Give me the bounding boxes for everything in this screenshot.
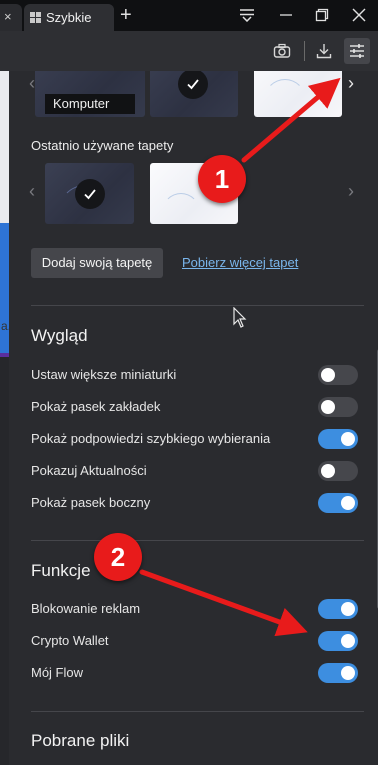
setting-label: Pokaż podpowiedzi szybkiego wybierania bbox=[31, 431, 271, 446]
wallpaper-computer-label: Komputer bbox=[45, 94, 135, 114]
toggle-my-flow[interactable] bbox=[318, 663, 358, 683]
divider bbox=[31, 305, 364, 306]
setting-label: Ustaw większe miniaturki bbox=[31, 367, 177, 382]
page-edge: a. bbox=[0, 71, 11, 765]
tab-title: Szybkie bbox=[46, 10, 92, 25]
toggle-speed-dial-suggestions[interactable] bbox=[318, 429, 358, 449]
downloads-button[interactable] bbox=[311, 38, 337, 64]
add-wallpaper-button[interactable]: Dodaj swoją tapetę bbox=[31, 248, 163, 278]
minimize-button[interactable] bbox=[273, 3, 299, 27]
features-title: Funkcje bbox=[31, 561, 91, 580]
toolbar-separator bbox=[304, 41, 305, 61]
chevron-right-icon[interactable]: › bbox=[348, 181, 354, 202]
setting-label: Crypto Wallet bbox=[31, 633, 109, 648]
wallpaper-thumbnail[interactable] bbox=[254, 71, 342, 117]
chevron-right-icon[interactable]: › bbox=[348, 73, 354, 94]
restore-button[interactable] bbox=[309, 3, 335, 27]
recent-wallpaper-thumbnail[interactable] bbox=[45, 163, 134, 224]
minimize-icon bbox=[280, 14, 292, 16]
new-tab-button[interactable]: + bbox=[120, 4, 132, 26]
settings-sliders-icon bbox=[350, 44, 364, 58]
previous-tab[interactable]: × bbox=[0, 4, 22, 31]
restore-icon bbox=[315, 8, 329, 22]
snapshot-button[interactable] bbox=[269, 38, 295, 64]
toggle-ad-blocker[interactable] bbox=[318, 599, 358, 619]
mouse-cursor-icon bbox=[233, 307, 247, 328]
checkmark-icon bbox=[75, 179, 105, 209]
toggle-news[interactable] bbox=[318, 461, 358, 481]
setting-label: Blokowanie reklam bbox=[31, 601, 141, 616]
get-more-wallpapers-link[interactable]: Pobierz więcej tapet bbox=[182, 255, 298, 270]
divider bbox=[31, 540, 364, 541]
tab-menu-icon bbox=[240, 9, 254, 22]
close-window-button[interactable] bbox=[346, 3, 372, 27]
wallpaper-thumbnail[interactable]: Komputer bbox=[35, 71, 145, 117]
setting-label: Pokazuj Aktualności bbox=[31, 463, 147, 478]
camera-icon bbox=[273, 43, 291, 58]
toolbar bbox=[0, 31, 378, 71]
toggle-bookmarks-bar[interactable] bbox=[318, 397, 358, 417]
setting-label: Pokaż pasek boczny bbox=[31, 495, 151, 510]
toggle-sidebar[interactable] bbox=[318, 493, 358, 513]
download-icon bbox=[316, 44, 332, 59]
tab-speed-dial[interactable]: Szybkie bbox=[24, 4, 114, 31]
easy-setup-button[interactable] bbox=[344, 38, 370, 64]
setting-label: Mój Flow bbox=[31, 665, 84, 680]
chevron-left-icon[interactable]: ‹ bbox=[29, 181, 35, 202]
recent-wallpapers-title: Ostatnio używane tapety bbox=[31, 138, 174, 153]
appearance-title: Wygląd bbox=[31, 326, 88, 345]
easy-setup-panel: ‹ Komputer › Ostatnio używane tapety ‹ ›… bbox=[9, 71, 378, 765]
wallpaper-thumbnail[interactable] bbox=[150, 71, 238, 117]
downloads-title: Pobrane pliki bbox=[31, 731, 130, 750]
close-tab-icon[interactable]: × bbox=[4, 9, 12, 24]
tab-menu-button[interactable] bbox=[234, 3, 260, 27]
annotation-badge-1: 1 bbox=[198, 155, 246, 203]
close-icon bbox=[352, 8, 366, 22]
toggle-larger-thumbnails[interactable] bbox=[318, 365, 358, 385]
divider bbox=[31, 711, 364, 712]
speed-dial-icon bbox=[30, 12, 41, 23]
tab-bar: × Szybkie + bbox=[0, 0, 378, 31]
annotation-badge-2: 2 bbox=[94, 533, 142, 581]
toggle-crypto-wallet[interactable] bbox=[318, 631, 358, 651]
setting-label: Pokaż pasek zakładek bbox=[31, 399, 161, 414]
